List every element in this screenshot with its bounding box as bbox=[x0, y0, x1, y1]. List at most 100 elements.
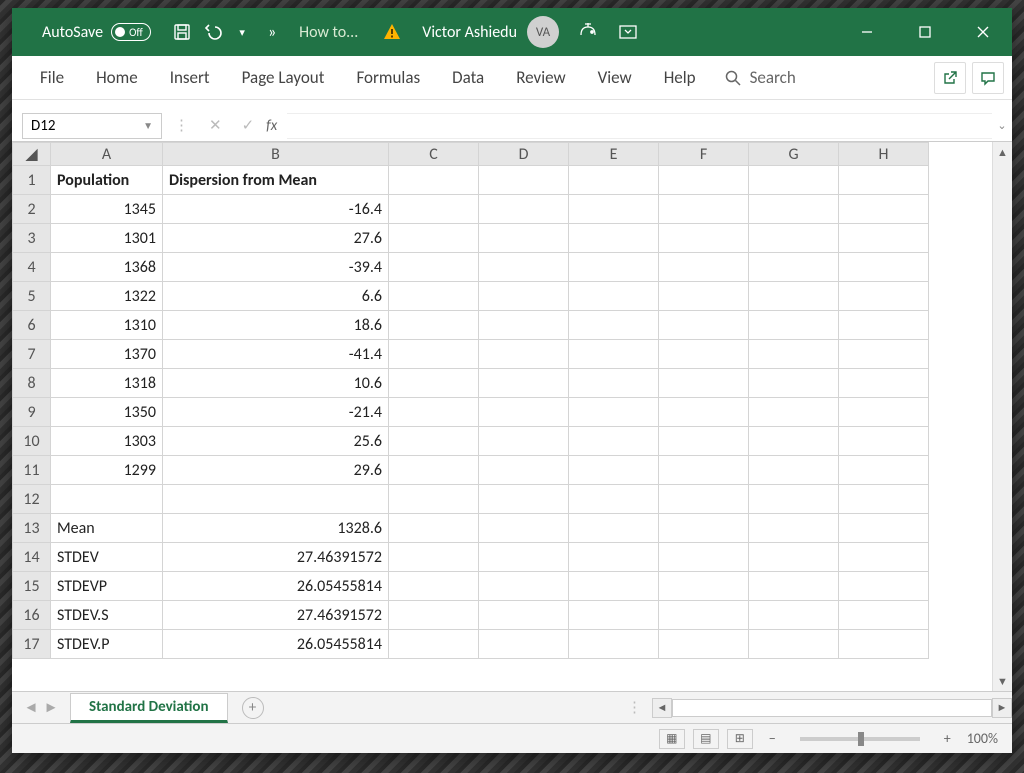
cell-C10[interactable] bbox=[389, 427, 479, 456]
row-header[interactable]: 15 bbox=[13, 572, 51, 601]
cell-B6[interactable]: 18.6 bbox=[163, 311, 389, 340]
cell-B15[interactable]: 26.05455814 bbox=[163, 572, 389, 601]
tab-home[interactable]: Home bbox=[80, 56, 154, 100]
col-header-H[interactable]: H bbox=[839, 143, 929, 166]
cell-C15[interactable] bbox=[389, 572, 479, 601]
cell-E4[interactable] bbox=[569, 253, 659, 282]
cell-D1[interactable] bbox=[479, 166, 569, 195]
tab-view[interactable]: View bbox=[582, 56, 648, 100]
cells-grid[interactable]: ◢ A B C D E F G H 1PopulationDispersion … bbox=[12, 142, 929, 659]
enter-formula-icon[interactable]: ✓ bbox=[242, 116, 255, 135]
cell-H15[interactable] bbox=[839, 572, 929, 601]
cell-G6[interactable] bbox=[749, 311, 839, 340]
cell-B12[interactable] bbox=[163, 485, 389, 514]
avatar[interactable]: VA bbox=[527, 16, 559, 48]
cell-A1[interactable]: Population bbox=[51, 166, 163, 195]
cell-C17[interactable] bbox=[389, 630, 479, 659]
cell-A9[interactable]: 1350 bbox=[51, 398, 163, 427]
close-button[interactable] bbox=[954, 8, 1012, 56]
cell-C8[interactable] bbox=[389, 369, 479, 398]
cell-G12[interactable] bbox=[749, 485, 839, 514]
cell-A13[interactable]: Mean bbox=[51, 514, 163, 543]
cell-E17[interactable] bbox=[569, 630, 659, 659]
cell-E9[interactable] bbox=[569, 398, 659, 427]
cell-F15[interactable] bbox=[659, 572, 749, 601]
cell-E14[interactable] bbox=[569, 543, 659, 572]
cell-D13[interactable] bbox=[479, 514, 569, 543]
vertical-scrollbar[interactable]: ▲ ▼ bbox=[992, 142, 1012, 691]
cell-H3[interactable] bbox=[839, 224, 929, 253]
row-header[interactable]: 6 bbox=[13, 311, 51, 340]
view-page-layout-icon[interactable]: ▤ bbox=[693, 729, 719, 749]
cell-F3[interactable] bbox=[659, 224, 749, 253]
col-header-D[interactable]: D bbox=[479, 143, 569, 166]
cell-F11[interactable] bbox=[659, 456, 749, 485]
hscroll-right-icon[interactable]: ► bbox=[992, 698, 1012, 718]
scroll-track[interactable] bbox=[993, 162, 1012, 671]
cell-H13[interactable] bbox=[839, 514, 929, 543]
zoom-slider[interactable] bbox=[800, 737, 920, 741]
cell-G14[interactable] bbox=[749, 543, 839, 572]
sheet-nav-prev[interactable]: ◄ bbox=[22, 699, 40, 717]
cell-C6[interactable] bbox=[389, 311, 479, 340]
cell-F2[interactable] bbox=[659, 195, 749, 224]
minimize-button[interactable] bbox=[838, 8, 896, 56]
add-sheet-button[interactable]: + bbox=[242, 697, 264, 719]
cell-A17[interactable]: STDEV.P bbox=[51, 630, 163, 659]
cell-A5[interactable]: 1322 bbox=[51, 282, 163, 311]
cell-F9[interactable] bbox=[659, 398, 749, 427]
row-header[interactable]: 4 bbox=[13, 253, 51, 282]
cell-A6[interactable]: 1310 bbox=[51, 311, 163, 340]
cell-H7[interactable] bbox=[839, 340, 929, 369]
cell-G17[interactable] bbox=[749, 630, 839, 659]
cell-H5[interactable] bbox=[839, 282, 929, 311]
autosave-toggle[interactable]: AutoSave Off bbox=[42, 23, 151, 42]
sheet-tab-active[interactable]: Standard Deviation bbox=[70, 693, 228, 723]
tab-review[interactable]: Review bbox=[500, 56, 581, 100]
cell-H4[interactable] bbox=[839, 253, 929, 282]
row-header[interactable]: 14 bbox=[13, 543, 51, 572]
cell-D8[interactable] bbox=[479, 369, 569, 398]
row-header[interactable]: 7 bbox=[13, 340, 51, 369]
formula-input[interactable] bbox=[287, 113, 992, 139]
cell-G3[interactable] bbox=[749, 224, 839, 253]
cell-F13[interactable] bbox=[659, 514, 749, 543]
cell-H9[interactable] bbox=[839, 398, 929, 427]
undo-icon[interactable] bbox=[201, 21, 223, 43]
cell-G5[interactable] bbox=[749, 282, 839, 311]
row-header[interactable]: 12 bbox=[13, 485, 51, 514]
cell-G15[interactable] bbox=[749, 572, 839, 601]
cell-D5[interactable] bbox=[479, 282, 569, 311]
cell-G4[interactable] bbox=[749, 253, 839, 282]
cell-A10[interactable]: 1303 bbox=[51, 427, 163, 456]
cell-A7[interactable]: 1370 bbox=[51, 340, 163, 369]
scroll-up-icon[interactable]: ▲ bbox=[993, 142, 1012, 162]
cell-C14[interactable] bbox=[389, 543, 479, 572]
cell-D4[interactable] bbox=[479, 253, 569, 282]
row-header[interactable]: 13 bbox=[13, 514, 51, 543]
zoom-in-button[interactable]: + bbox=[944, 730, 951, 747]
sheet-nav-next[interactable]: ► bbox=[42, 699, 60, 717]
ribbon-options-icon[interactable] bbox=[617, 21, 639, 43]
cancel-formula-icon[interactable]: ✕ bbox=[209, 116, 222, 135]
quick-access-icon[interactable] bbox=[577, 21, 599, 43]
cell-C16[interactable] bbox=[389, 601, 479, 630]
view-page-break-icon[interactable]: ⊞ bbox=[727, 729, 753, 749]
cell-F10[interactable] bbox=[659, 427, 749, 456]
cell-G16[interactable] bbox=[749, 601, 839, 630]
cell-F8[interactable] bbox=[659, 369, 749, 398]
row-header[interactable]: 10 bbox=[13, 427, 51, 456]
cell-B1[interactable]: Dispersion from Mean bbox=[163, 166, 389, 195]
row-header[interactable]: 8 bbox=[13, 369, 51, 398]
cell-D11[interactable] bbox=[479, 456, 569, 485]
cell-B8[interactable]: 10.6 bbox=[163, 369, 389, 398]
cell-E15[interactable] bbox=[569, 572, 659, 601]
cell-B3[interactable]: 27.6 bbox=[163, 224, 389, 253]
cell-C12[interactable] bbox=[389, 485, 479, 514]
hscroll-left-icon[interactable]: ◄ bbox=[652, 698, 672, 718]
cell-B17[interactable]: 26.05455814 bbox=[163, 630, 389, 659]
cell-E11[interactable] bbox=[569, 456, 659, 485]
cell-G8[interactable] bbox=[749, 369, 839, 398]
select-all-corner[interactable]: ◢ bbox=[13, 143, 51, 166]
split-handle[interactable]: ⋮ bbox=[627, 698, 642, 717]
